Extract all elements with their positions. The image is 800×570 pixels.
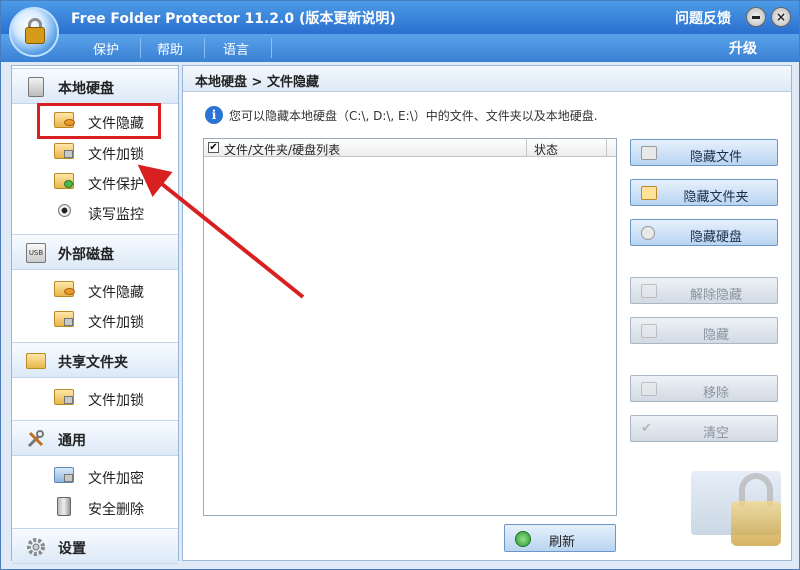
sidebar-item-external-hide[interactable]: 文件隐藏 <box>52 277 172 303</box>
window-title: Free Folder Protector 11.2.0 (版本更新说明) <box>71 11 396 27</box>
refresh-button[interactable]: 刷新 <box>504 524 616 552</box>
menu-help[interactable]: 帮助 <box>157 39 183 58</box>
sidebar: 本地硬盘 文件隐藏 文件加锁 文件保护 读写监控 USB 外部磁盘 文件隐藏 文… <box>11 65 179 564</box>
decorative-lock-icon <box>731 501 781 546</box>
app-window: Free Folder Protector 11.2.0 (版本更新说明) 问题… <box>0 0 800 570</box>
info-icon: i <box>205 106 223 124</box>
upgrade-button[interactable]: 升级 <box>729 38 757 58</box>
list-header: ✔ 文件/文件夹/硬盘列表 状态 <box>204 139 616 157</box>
button-label: 隐藏文件 <box>689 150 742 165</box>
shared-folder-icon <box>26 353 46 369</box>
button-label: 清空 <box>702 426 729 441</box>
section-label: 设置 <box>58 541 86 557</box>
minimize-icon[interactable] <box>746 7 766 27</box>
menu-language[interactable]: 语言 <box>223 39 249 58</box>
usb-drive-icon: USB <box>26 243 46 263</box>
hide-folder-button[interactable]: 隐藏文件夹 <box>630 179 778 206</box>
button-label: 隐藏硬盘 <box>689 230 742 245</box>
button-label: 隐藏文件夹 <box>683 190 749 205</box>
section-label: 通用 <box>58 433 86 449</box>
title-bar[interactable]: Free Folder Protector 11.2.0 (版本更新说明) 问题… <box>1 1 799 34</box>
close-icon[interactable]: × <box>771 7 791 27</box>
sidebar-item-secure-delete[interactable]: 安全删除 <box>52 494 172 520</box>
sidebar-item-label: 安全删除 <box>88 502 144 518</box>
sidebar-item-label: 文件加锁 <box>88 147 144 163</box>
monitor-icon <box>58 204 71 217</box>
tools-icon <box>26 429 46 449</box>
sidebar-item-shared-lock[interactable]: 文件加锁 <box>52 385 172 411</box>
sidebar-item-local-monitor[interactable]: 读写监控 <box>52 199 172 225</box>
column-header-name[interactable]: 文件/文件夹/硬盘列表 <box>224 141 340 158</box>
column-separator <box>606 139 607 157</box>
section-settings[interactable]: 设置 <box>12 528 178 564</box>
sidebar-item-external-lock[interactable]: 文件加锁 <box>52 307 172 333</box>
refresh-label: 刷新 <box>549 535 576 550</box>
section-label: 共享文件夹 <box>58 355 128 371</box>
sidebar-item-label: 读写监控 <box>88 207 144 223</box>
column-separator <box>526 139 527 157</box>
info-text: 您可以隐藏本地硬盘（C:\, D:\, E:\）中的文件、文件夹以及本地硬盘. <box>229 109 598 123</box>
clear-button[interactable]: ✔ 清空 <box>630 415 778 442</box>
refresh-icon <box>515 531 531 547</box>
sidebar-item-encrypt[interactable]: 文件加密 <box>52 463 172 489</box>
section-label: 本地硬盘 <box>58 81 114 97</box>
hide-disk-button[interactable]: 隐藏硬盘 <box>630 219 778 246</box>
close-glyph: × <box>776 10 787 24</box>
button-label: 移除 <box>702 386 729 401</box>
section-shared-folder[interactable]: 共享文件夹 <box>12 342 178 378</box>
folder-protect-icon <box>54 173 74 189</box>
sidebar-item-label: 文件加锁 <box>88 315 144 331</box>
selection-highlight <box>37 103 161 139</box>
hide-button[interactable]: 隐藏 <box>630 317 778 344</box>
folder-encrypt-icon <box>54 467 74 483</box>
section-local-disk[interactable]: 本地硬盘 <box>12 68 178 104</box>
sidebar-item-label: 文件加密 <box>88 471 144 487</box>
sidebar-item-label: 文件保护 <box>88 177 144 193</box>
sidebar-item-label: 文件隐藏 <box>88 285 144 301</box>
remove-button[interactable]: 移除 <box>630 375 778 402</box>
folder-lock-icon <box>54 143 74 159</box>
button-label: 隐藏 <box>702 328 729 343</box>
menu-separator <box>140 38 141 58</box>
column-header-status[interactable]: 状态 <box>534 141 558 158</box>
sidebar-item-local-protect[interactable]: 文件保护 <box>52 169 172 195</box>
gear-icon <box>26 537 46 557</box>
menu-protect[interactable]: 保护 <box>93 39 119 58</box>
app-logo-icon <box>9 7 59 57</box>
sidebar-item-label: 文件加锁 <box>88 393 144 409</box>
unhide-button[interactable]: 解除隐藏 <box>630 277 778 304</box>
folder-lock-icon <box>54 389 74 405</box>
sidebar-item-local-lock[interactable]: 文件加锁 <box>52 139 172 165</box>
trash-icon <box>57 497 71 516</box>
button-label: 解除隐藏 <box>689 288 742 303</box>
menu-separator <box>271 38 272 58</box>
section-general[interactable]: 通用 <box>12 420 178 456</box>
select-all-checkbox[interactable]: ✔ <box>208 142 219 153</box>
menu-bar: 保护 帮助 语言 升级 <box>1 34 799 62</box>
breadcrumb: 本地硬盘 > 文件隐藏 <box>183 66 791 92</box>
section-label: 外部磁盘 <box>58 247 114 263</box>
hard-disk-icon <box>28 77 44 97</box>
file-list[interactable]: ✔ 文件/文件夹/硬盘列表 状态 <box>203 138 617 516</box>
hide-file-button[interactable]: 隐藏文件 <box>630 139 778 166</box>
folder-hide-icon <box>54 281 75 297</box>
section-external-disk[interactable]: USB 外部磁盘 <box>12 234 178 270</box>
feedback-link[interactable]: 问题反馈 <box>675 8 731 28</box>
folder-lock-icon <box>54 311 74 327</box>
menu-separator <box>204 38 205 58</box>
